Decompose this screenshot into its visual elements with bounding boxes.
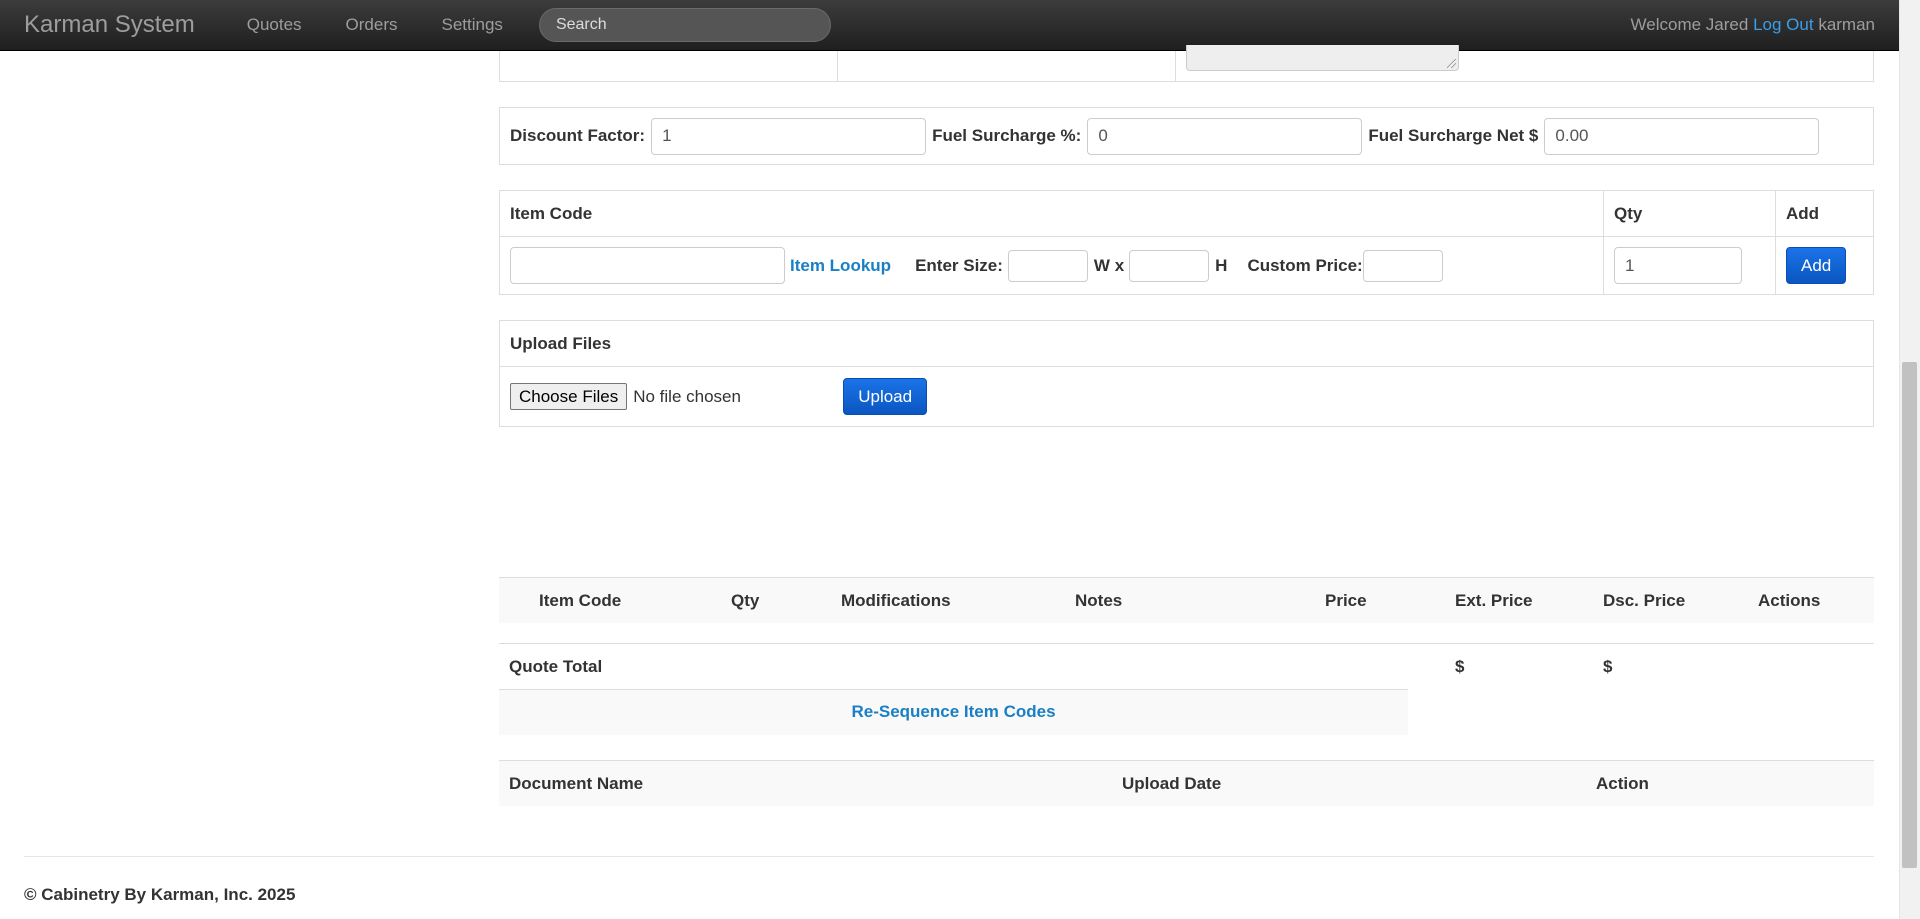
item-entry-cell: Item Lookup Enter Size: W x H Custom Pri… — [499, 236, 1604, 295]
qty-input[interactable] — [1614, 247, 1742, 284]
footer-copyright: © Cabinetry By Karman, Inc. 2025 — [24, 885, 296, 904]
notes-cell — [1176, 45, 1873, 81]
height-input[interactable] — [1129, 249, 1210, 282]
quote-total-label: Quote Total — [509, 657, 603, 676]
upload-title: Upload Files — [500, 321, 1873, 367]
fuel-surcharge-pct-label: Fuel Surcharge %: — [932, 126, 1082, 145]
item-entry-table: Item Code Qty Add Item Lookup Enter Size… — [499, 190, 1874, 295]
col-modifications: Modifications — [841, 591, 951, 610]
col-price: Price — [1325, 591, 1367, 610]
details-cell — [838, 51, 1176, 81]
documents-header-row: Document Name Upload Date Action — [499, 760, 1874, 806]
item-code-header: Item Code — [499, 190, 1604, 237]
brand-link[interactable]: Karman System — [24, 11, 195, 39]
add-button[interactable]: Add — [1786, 247, 1847, 284]
resequence-row: Re-Sequence Item Codes — [499, 689, 1408, 735]
enter-size-label: Enter Size: — [915, 255, 1003, 275]
top-navbar: Karman System Quotes Orders Settings Wel… — [0, 0, 1899, 51]
col-document-name: Document Name — [509, 774, 644, 793]
ext-price-total: $ — [1455, 657, 1465, 676]
width-x-label: W x — [1093, 255, 1125, 275]
col-upload-date: Upload Date — [1122, 774, 1222, 793]
notes-textarea[interactable] — [1186, 45, 1459, 71]
scrollbar-thumb[interactable] — [1902, 362, 1917, 868]
discount-factor-label: Discount Factor: — [510, 126, 646, 145]
quote-total-row: Quote Total $ $ — [499, 643, 1874, 689]
custom-price-label: Custom Price: — [1247, 255, 1363, 275]
user-area: Welcome Jared Log Out karman — [1631, 15, 1875, 35]
upload-panel: Upload Files Choose Files No file chosen… — [499, 320, 1874, 427]
col-notes: Notes — [1075, 591, 1123, 610]
dsc-price-total: $ — [1603, 657, 1613, 676]
fuel-surcharge-pct-input[interactable] — [1087, 117, 1363, 155]
item-code-input[interactable] — [510, 247, 785, 284]
file-status: No file chosen — [633, 386, 741, 406]
col-action: Action — [1596, 774, 1649, 793]
details-cell — [500, 51, 838, 81]
width-input[interactable] — [1007, 249, 1088, 282]
fuel-surcharge-net-input[interactable] — [1544, 117, 1820, 155]
choose-files-button[interactable]: Choose Files — [510, 383, 628, 410]
col-ext-price: Ext. Price — [1455, 591, 1533, 610]
fuel-surcharge-net-label: Fuel Surcharge Net $ — [1368, 126, 1539, 145]
discount-factor-input[interactable] — [651, 117, 927, 155]
upload-button[interactable]: Upload — [843, 378, 928, 415]
add-header: Add — [1775, 190, 1874, 237]
height-label: H — [1215, 255, 1228, 275]
custom-price-input[interactable] — [1362, 249, 1443, 282]
qty-header: Qty — [1603, 190, 1776, 237]
upload-body: Choose Files No file chosen Upload — [500, 367, 1873, 426]
col-qty: Qty — [731, 591, 760, 610]
username: karman — [1818, 15, 1875, 34]
header-details-fragment — [499, 45, 1874, 82]
nav-orders[interactable]: Orders — [346, 15, 398, 35]
welcome-text: Welcome Jared — [1630, 15, 1749, 34]
footer-divider — [24, 856, 1874, 857]
resize-grip-icon[interactable] — [1447, 59, 1456, 68]
col-dsc-price: Dsc. Price — [1603, 591, 1686, 610]
quote-form: Discount Factor: Fuel Surcharge %: Fuel … — [499, 45, 1874, 427]
resequence-link[interactable]: Re-Sequence Item Codes — [851, 702, 1055, 721]
quote-lines-table: Item Code Qty Modifications Notes Price … — [499, 577, 1874, 735]
add-cell: Add — [1775, 236, 1874, 295]
pricing-panel: Discount Factor: Fuel Surcharge %: Fuel … — [499, 107, 1874, 165]
lines-header-row: Item Code Qty Modifications Notes Price … — [499, 577, 1874, 623]
nav-quotes[interactable]: Quotes — [247, 15, 302, 35]
col-item-code: Item Code — [539, 591, 622, 610]
col-actions: Actions — [1758, 591, 1821, 610]
logout-link[interactable]: Log Out — [1753, 15, 1814, 34]
qty-cell — [1603, 236, 1776, 295]
item-lookup-link[interactable]: Item Lookup — [790, 256, 891, 276]
search-input[interactable] — [538, 8, 831, 42]
nav-settings[interactable]: Settings — [442, 15, 503, 35]
